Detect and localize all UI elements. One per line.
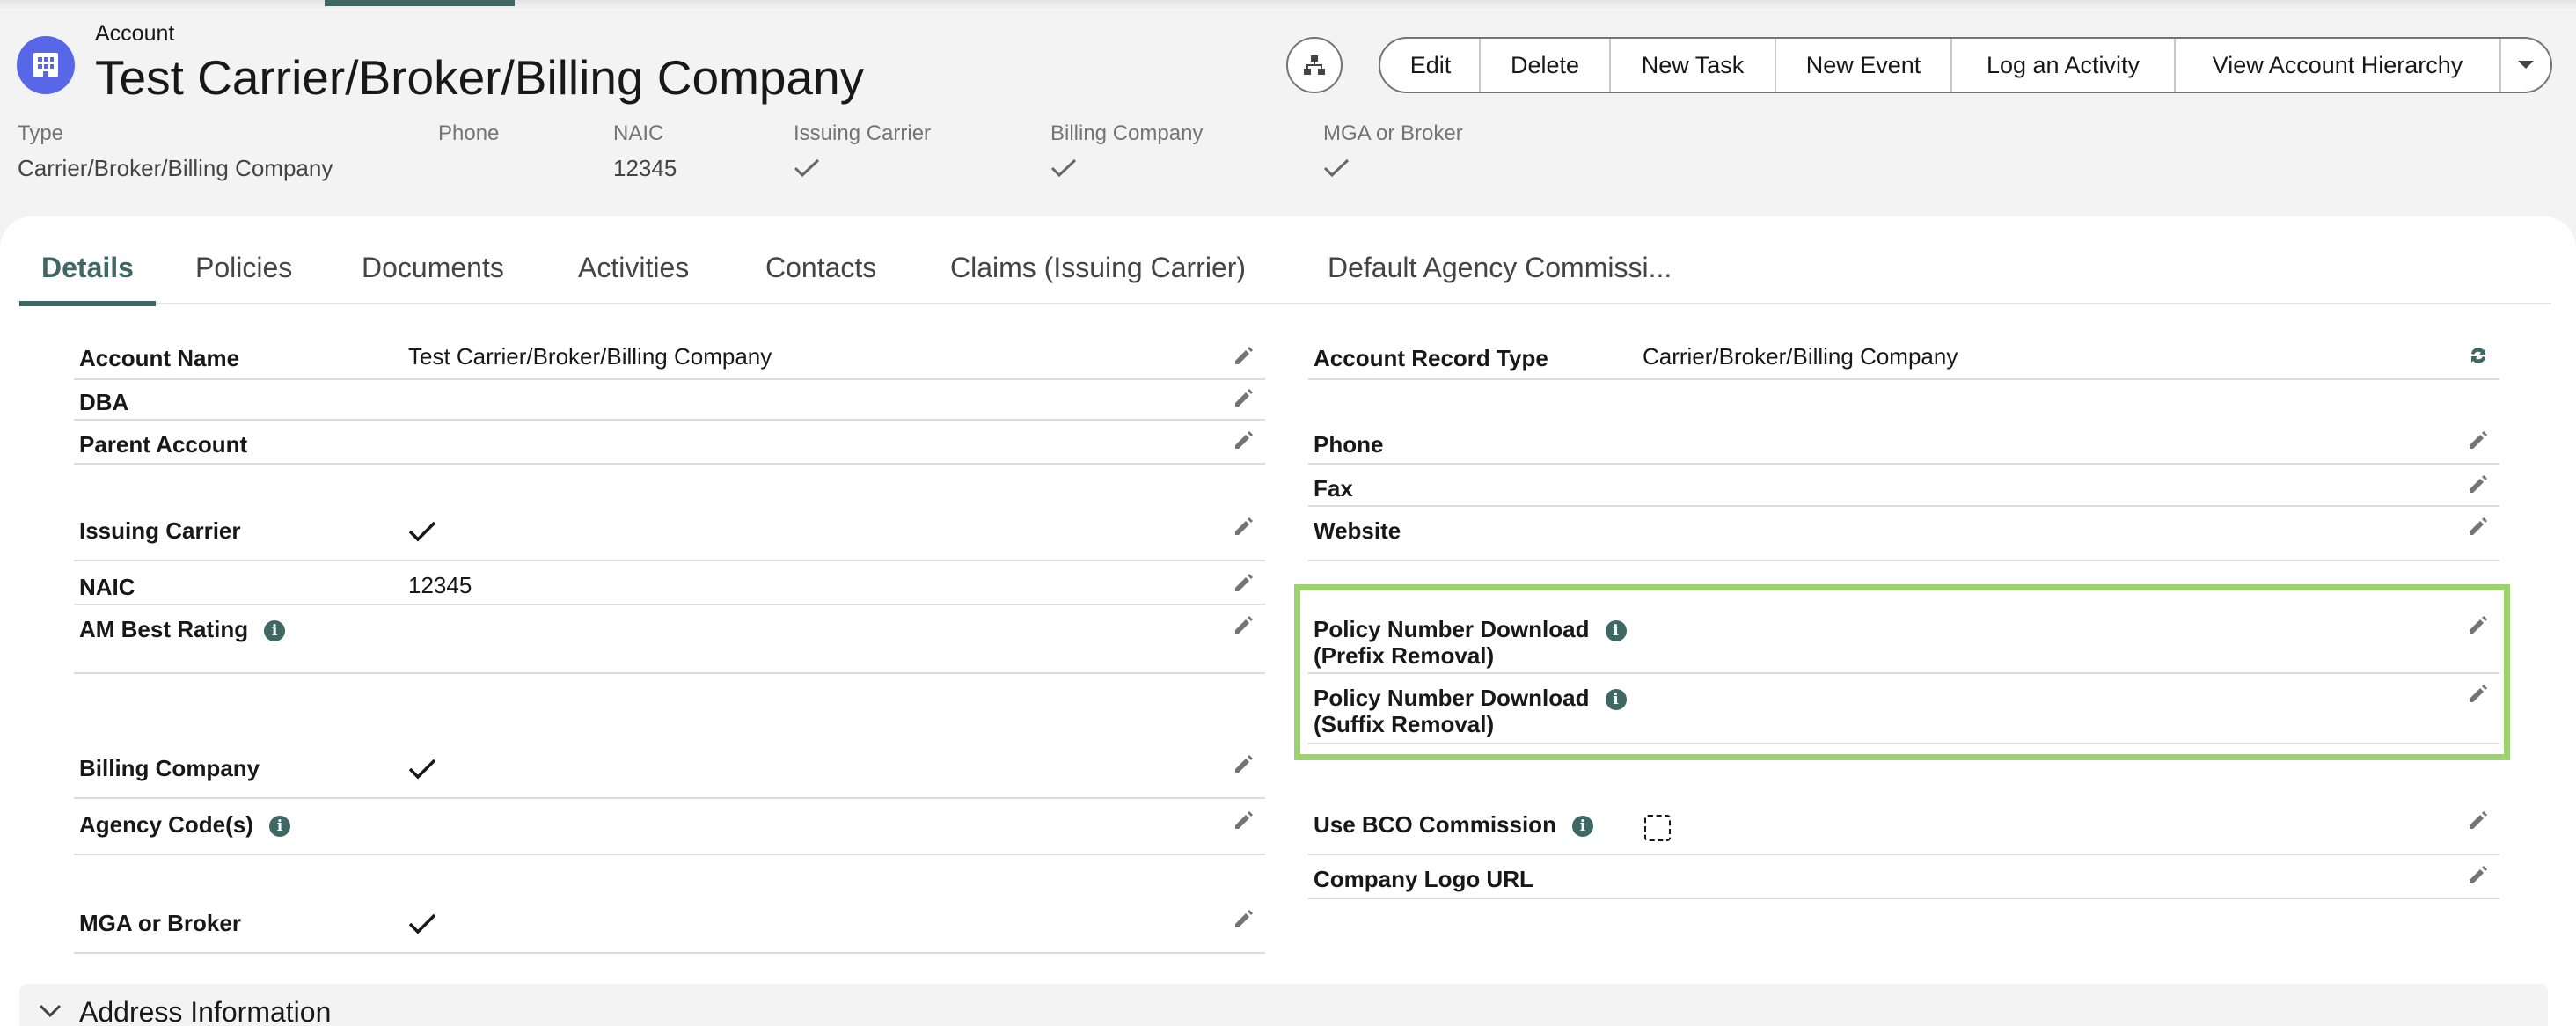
change-record-type-icon[interactable] bbox=[2466, 343, 2491, 368]
pencil-icon[interactable] bbox=[2466, 472, 2491, 496]
pencil-icon[interactable] bbox=[1232, 428, 1256, 452]
chevron-down-icon bbox=[39, 1004, 62, 1018]
tab-claims[interactable]: Claims (Issuing Carrier) bbox=[950, 252, 1246, 304]
hierarchy-icon bbox=[1304, 55, 1325, 75]
field-use-bco-commission: Use BCO Commission i bbox=[1308, 799, 2499, 855]
highlight-type: Type Carrier/Broker/Billing Company bbox=[18, 121, 333, 181]
pencil-icon[interactable] bbox=[1232, 808, 1256, 832]
info-icon[interactable]: i bbox=[264, 620, 286, 642]
field-am-best-rating: AM Best Rating i bbox=[74, 605, 1265, 674]
new-event-button[interactable]: New Event bbox=[1775, 39, 1950, 92]
field-issuing-carrier: Issuing Carrier bbox=[74, 507, 1265, 561]
address-information-section[interactable]: Address Information bbox=[19, 984, 2548, 1026]
bco-checkbox[interactable] bbox=[1644, 815, 1671, 841]
section-title: Address Information bbox=[79, 996, 332, 1026]
field-agency-codes: Agency Code(s) i bbox=[74, 799, 1265, 855]
check-icon bbox=[408, 521, 436, 542]
pencil-icon[interactable] bbox=[1232, 906, 1256, 931]
info-icon[interactable]: i bbox=[1571, 816, 1593, 838]
active-nav-indicator bbox=[325, 0, 515, 6]
pencil-icon[interactable] bbox=[1232, 570, 1256, 595]
highlight-issuing-carrier: Issuing Carrier bbox=[794, 121, 931, 182]
check-icon bbox=[1050, 158, 1077, 178]
tab-details[interactable]: Details bbox=[19, 252, 156, 306]
pencil-icon[interactable] bbox=[1232, 514, 1256, 539]
tab-policies[interactable]: Policies bbox=[195, 252, 292, 304]
check-icon bbox=[408, 913, 436, 934]
field-company-logo-url: Company Logo URL bbox=[1308, 855, 2499, 899]
field-account-record-type: Account Record Type Carrier/Broker/Billi… bbox=[1308, 338, 2499, 380]
highlight-box bbox=[1294, 584, 2510, 760]
chevron-down-icon bbox=[2518, 61, 2534, 69]
pencil-icon[interactable] bbox=[1232, 751, 1256, 776]
tab-documents[interactable]: Documents bbox=[362, 252, 504, 304]
highlight-mga-broker: MGA or Broker bbox=[1323, 121, 1463, 182]
field-billing-company: Billing Company bbox=[74, 743, 1265, 799]
field-mga-broker: MGA or Broker bbox=[74, 898, 1265, 954]
highlight-billing-company: Billing Company bbox=[1050, 121, 1203, 182]
tab-contacts[interactable]: Contacts bbox=[765, 252, 876, 304]
edit-button[interactable]: Edit bbox=[1380, 39, 1479, 92]
account-hierarchy-button[interactable] bbox=[1286, 37, 1343, 93]
tab-activities[interactable]: Activities bbox=[578, 252, 689, 304]
tab-default-agency-commission[interactable]: Default Agency Commissi... bbox=[1328, 252, 1672, 304]
view-account-hierarchy-button[interactable]: View Account Hierarchy bbox=[2174, 39, 2499, 92]
building-icon bbox=[17, 36, 75, 94]
pencil-icon[interactable] bbox=[1232, 385, 1256, 410]
delete-button[interactable]: Delete bbox=[1479, 39, 1609, 92]
check-icon bbox=[794, 158, 820, 178]
pencil-icon[interactable] bbox=[2466, 862, 2491, 887]
object-type-label: Account bbox=[95, 21, 175, 46]
field-parent-account: Parent Account bbox=[74, 421, 1265, 465]
field-fax: Fax bbox=[1308, 465, 2499, 507]
check-icon bbox=[408, 759, 436, 780]
field-naic: NAIC 12345 bbox=[74, 561, 1265, 605]
field-account-name: Account Name Test Carrier/Broker/Billing… bbox=[74, 338, 1265, 380]
check-icon bbox=[1323, 158, 1350, 178]
top-strip bbox=[0, 0, 2576, 9]
highlight-naic: NAIC 12345 bbox=[613, 121, 677, 181]
action-button-group: Edit Delete New Task New Event Log an Ac… bbox=[1379, 37, 2552, 93]
highlight-phone: Phone bbox=[438, 121, 500, 145]
record-title: Test Carrier/Broker/Billing Company bbox=[95, 50, 865, 105]
info-icon[interactable]: i bbox=[268, 816, 290, 838]
tab-bar: Details Policies Documents Activities Co… bbox=[19, 252, 2551, 306]
more-actions-button[interactable] bbox=[2499, 39, 2550, 92]
field-phone: Phone bbox=[1308, 421, 2499, 465]
pencil-icon[interactable] bbox=[1232, 612, 1256, 637]
pencil-icon[interactable] bbox=[1232, 343, 1256, 368]
field-website: Website bbox=[1308, 507, 2499, 561]
log-activity-button[interactable]: Log an Activity bbox=[1950, 39, 2174, 92]
field-dba: DBA bbox=[74, 380, 1265, 421]
pencil-icon[interactable] bbox=[2466, 808, 2491, 832]
pencil-icon[interactable] bbox=[2466, 514, 2491, 539]
pencil-icon[interactable] bbox=[2466, 428, 2491, 452]
new-task-button[interactable]: New Task bbox=[1609, 39, 1775, 92]
